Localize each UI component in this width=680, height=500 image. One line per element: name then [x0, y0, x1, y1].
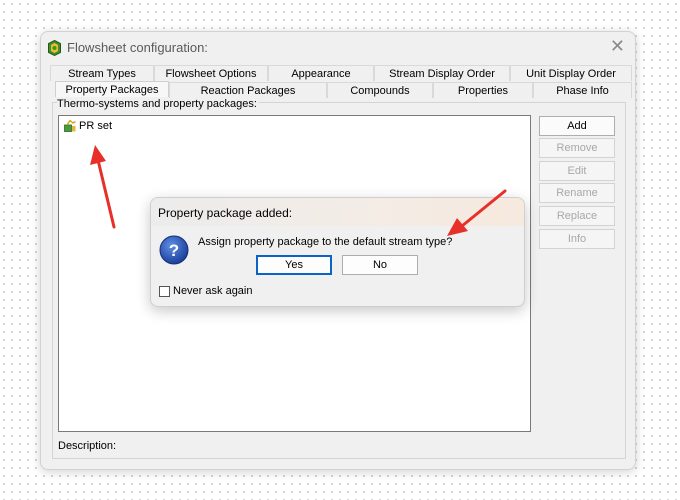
add-button[interactable]: Add: [539, 116, 615, 136]
tab-reaction-packages[interactable]: Reaction Packages: [169, 82, 327, 98]
tab-flowsheet-options[interactable]: Flowsheet Options: [154, 65, 268, 81]
property-package-icon: [64, 120, 76, 132]
dialog-message: Assign property package to the default s…: [198, 236, 453, 248]
group-label: Thermo-systems and property packages:: [57, 98, 259, 110]
tab-property-packages[interactable]: Property Packages: [55, 81, 169, 97]
window-titlebar: Flowsheet configuration: ✕: [41, 32, 635, 64]
dialog-titlebar: Property package added:: [151, 198, 524, 226]
tab-properties[interactable]: Properties: [433, 82, 533, 98]
question-icon: ?: [159, 235, 189, 265]
list-item-label: PR set: [79, 120, 113, 132]
never-ask-again-checkbox[interactable]: [159, 285, 170, 297]
remove-button[interactable]: Remove: [539, 138, 615, 158]
list-item[interactable]: PR set: [64, 120, 112, 132]
replace-button[interactable]: Replace: [539, 206, 615, 226]
tab-stream-display-order[interactable]: Stream Display Order: [374, 65, 510, 81]
never-ask-again-option[interactable]: Never ask again: [159, 285, 253, 297]
window-title: Flowsheet configuration:: [67, 40, 208, 55]
never-ask-again-label: Never ask again: [173, 285, 253, 297]
yes-button[interactable]: Yes: [256, 255, 332, 275]
property-package-added-dialog: Property package added: ? Assign propert…: [150, 197, 525, 307]
tab-phase-info[interactable]: Phase Info: [533, 82, 632, 98]
tab-appearance[interactable]: Appearance: [268, 65, 374, 81]
description-label: Description:: [58, 440, 117, 452]
tab-compounds[interactable]: Compounds: [327, 82, 433, 98]
info-button[interactable]: Info: [539, 229, 615, 249]
tab-stream-types[interactable]: Stream Types: [50, 65, 154, 81]
svg-text:?: ?: [169, 241, 179, 260]
no-button[interactable]: No: [342, 255, 418, 275]
edit-button[interactable]: Edit: [539, 161, 615, 181]
dialog-title: Property package added:: [158, 206, 293, 220]
app-icon: [48, 40, 61, 56]
close-icon[interactable]: ✕: [610, 36, 625, 57]
tab-unit-display-order[interactable]: Unit Display Order: [510, 65, 632, 81]
rename-button[interactable]: Rename: [539, 183, 615, 203]
